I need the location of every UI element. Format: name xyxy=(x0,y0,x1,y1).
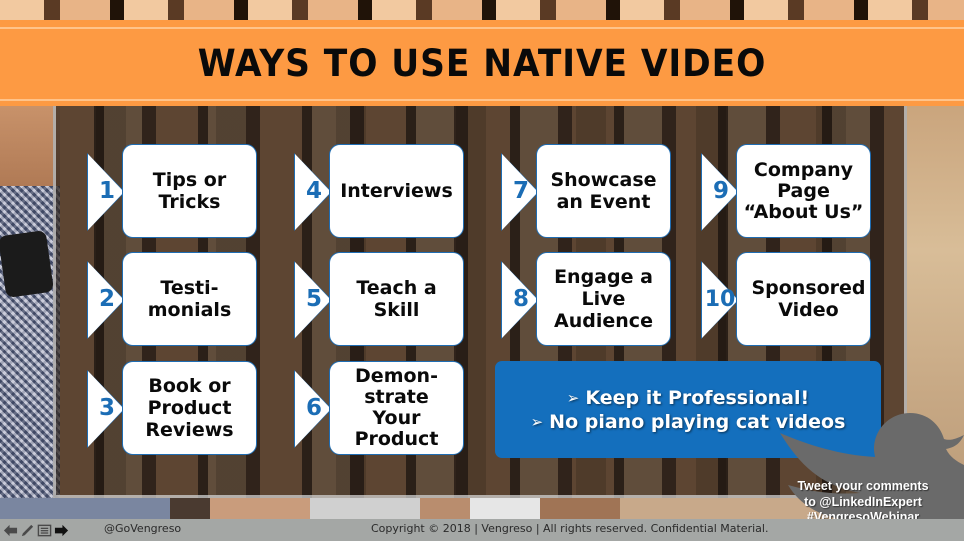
video-idea-number: 3 xyxy=(98,395,115,421)
video-idea-number: 7 xyxy=(512,178,529,204)
video-idea-label: Demon- strate Your Product xyxy=(329,361,464,455)
footer-copyright: Copyright © 2018 | Vengreso | All rights… xyxy=(371,522,769,535)
video-idea-item: Showcase an Event 7 xyxy=(501,144,672,239)
video-idea-item: Teach a Skill 5 xyxy=(294,252,465,347)
video-idea-item: Engage a Live Audience 8 xyxy=(501,252,672,347)
video-idea-item: Book or Product Reviews 3 xyxy=(87,361,258,456)
video-idea-label: Testi- monials xyxy=(122,252,257,346)
video-idea-number: 10 xyxy=(704,286,736,312)
arrow-bullet-icon: ➢ xyxy=(530,412,544,431)
title-banner: WAYS TO USE NATIVE VIDEO xyxy=(0,20,964,106)
video-idea-number: 6 xyxy=(305,395,322,421)
pen-tool-icon[interactable] xyxy=(20,523,35,538)
video-idea-label: Showcase an Event xyxy=(536,144,671,238)
background-phone xyxy=(0,229,55,299)
video-idea-number: 9 xyxy=(712,178,729,204)
video-idea-label: Teach a Skill xyxy=(329,252,464,346)
background-person-left-face xyxy=(0,106,60,186)
previous-slide-icon[interactable] xyxy=(3,523,18,538)
footer-handle: @GoVengreso xyxy=(104,522,182,535)
video-idea-item: Tips or Tricks 1 xyxy=(87,144,258,239)
next-slide-icon[interactable] xyxy=(54,523,69,538)
video-idea-item: Interviews 4 xyxy=(294,144,465,239)
tweet-prompt-line[interactable]: to @LinkedInExpert xyxy=(783,495,943,511)
video-idea-item: Demon- strate Your Product 6 xyxy=(294,361,465,456)
video-idea-number: 2 xyxy=(98,286,115,312)
video-idea-number: 4 xyxy=(305,178,322,204)
video-idea-label: Interviews xyxy=(329,144,464,238)
slide-title: WAYS TO USE NATIVE VIDEO xyxy=(197,41,767,85)
slide-controls xyxy=(3,522,69,538)
video-idea-item: Company Page “About Us” 9 xyxy=(701,144,872,239)
video-idea-label: Engage a Live Audience xyxy=(536,252,671,346)
tweet-prompt-line: Tweet your comments xyxy=(797,479,929,493)
video-idea-label: Company Page “About Us” xyxy=(736,144,871,238)
video-idea-item: Testi- monials 2 xyxy=(87,252,258,347)
arrow-bullet-icon: ➢ xyxy=(566,388,580,407)
slide-menu-icon[interactable] xyxy=(37,523,52,538)
video-idea-number: 1 xyxy=(98,178,115,204)
presentation-footer: @GoVengreso Copyright © 2018 | Vengreso … xyxy=(0,519,964,541)
video-idea-label: Tips or Tricks xyxy=(122,144,257,238)
video-idea-number: 8 xyxy=(512,286,529,312)
background-brick-wall xyxy=(0,0,964,22)
video-idea-label: Sponsored Video xyxy=(736,252,871,346)
video-idea-item: Sponsored Video 10 xyxy=(701,252,872,347)
video-idea-label: Book or Product Reviews xyxy=(122,361,257,455)
video-idea-number: 5 xyxy=(305,286,322,312)
